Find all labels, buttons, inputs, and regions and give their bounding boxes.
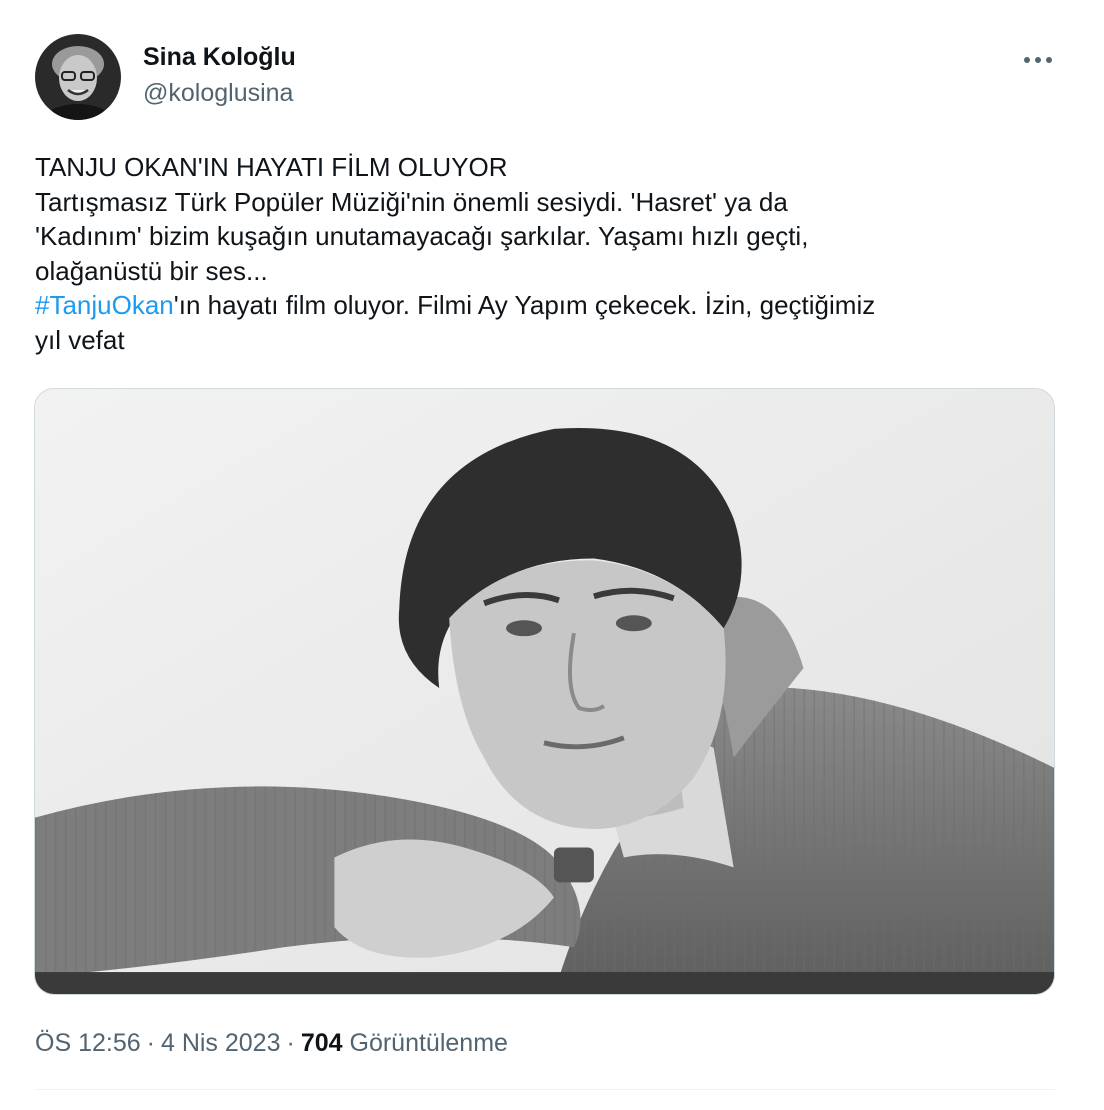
tweet-date[interactable]: 4 Nis 2023 [161, 1029, 281, 1057]
hashtag-link[interactable]: #TanjuOkan [35, 290, 174, 320]
avatar-photo [35, 34, 121, 120]
author-avatar[interactable] [35, 34, 121, 120]
tweet-media[interactable] [34, 388, 1055, 995]
more-button[interactable] [1014, 38, 1062, 82]
meta-separator: · [286, 1029, 295, 1057]
divider [35, 1089, 1055, 1090]
portrait-photo [35, 389, 1054, 994]
meta-separator: · [146, 1029, 155, 1057]
author-handle[interactable]: @kologlusina [143, 77, 293, 109]
tweet-hashtag-text: 'ın hayatı film oluyor. Filmi Ay Yapım ç… [173, 290, 876, 320]
tweet-hashtag-line: #TanjuOkan'ın hayatı film oluyor. Filmi … [35, 288, 1065, 323]
tweet-time[interactable]: ÖS 12:56 [35, 1029, 141, 1057]
views-count: 704 [300, 1029, 343, 1057]
tweet-meta: ÖS 12:56 · 4 Nis 2023 · 704 Görüntülenme [35, 1026, 508, 1060]
tweet-body-line: olağanüstü bir ses... [35, 255, 268, 286]
tweet-card: Sina Koloğlu @kologlusina TANJU OKAN'IN … [0, 0, 1104, 1110]
more-dots-icon [1024, 57, 1052, 63]
tweet-body-line: 'Kadınım' bizim kuşağın unutamayacağı şa… [35, 221, 809, 251]
author-name[interactable]: Sina Koloğlu [143, 41, 296, 73]
views-label: Görüntülenme [349, 1029, 508, 1057]
tweet-text: TANJU OKAN'IN HAYATI FİLM OLUYOR Tartışm… [35, 150, 1065, 357]
tweet-body-line: Tartışmasız Türk Popüler Müziği'nin önem… [35, 186, 788, 217]
tweet-last-line: yıl vefat [35, 324, 125, 355]
tweet-headline: TANJU OKAN'IN HAYATI FİLM OLUYOR [35, 152, 508, 182]
